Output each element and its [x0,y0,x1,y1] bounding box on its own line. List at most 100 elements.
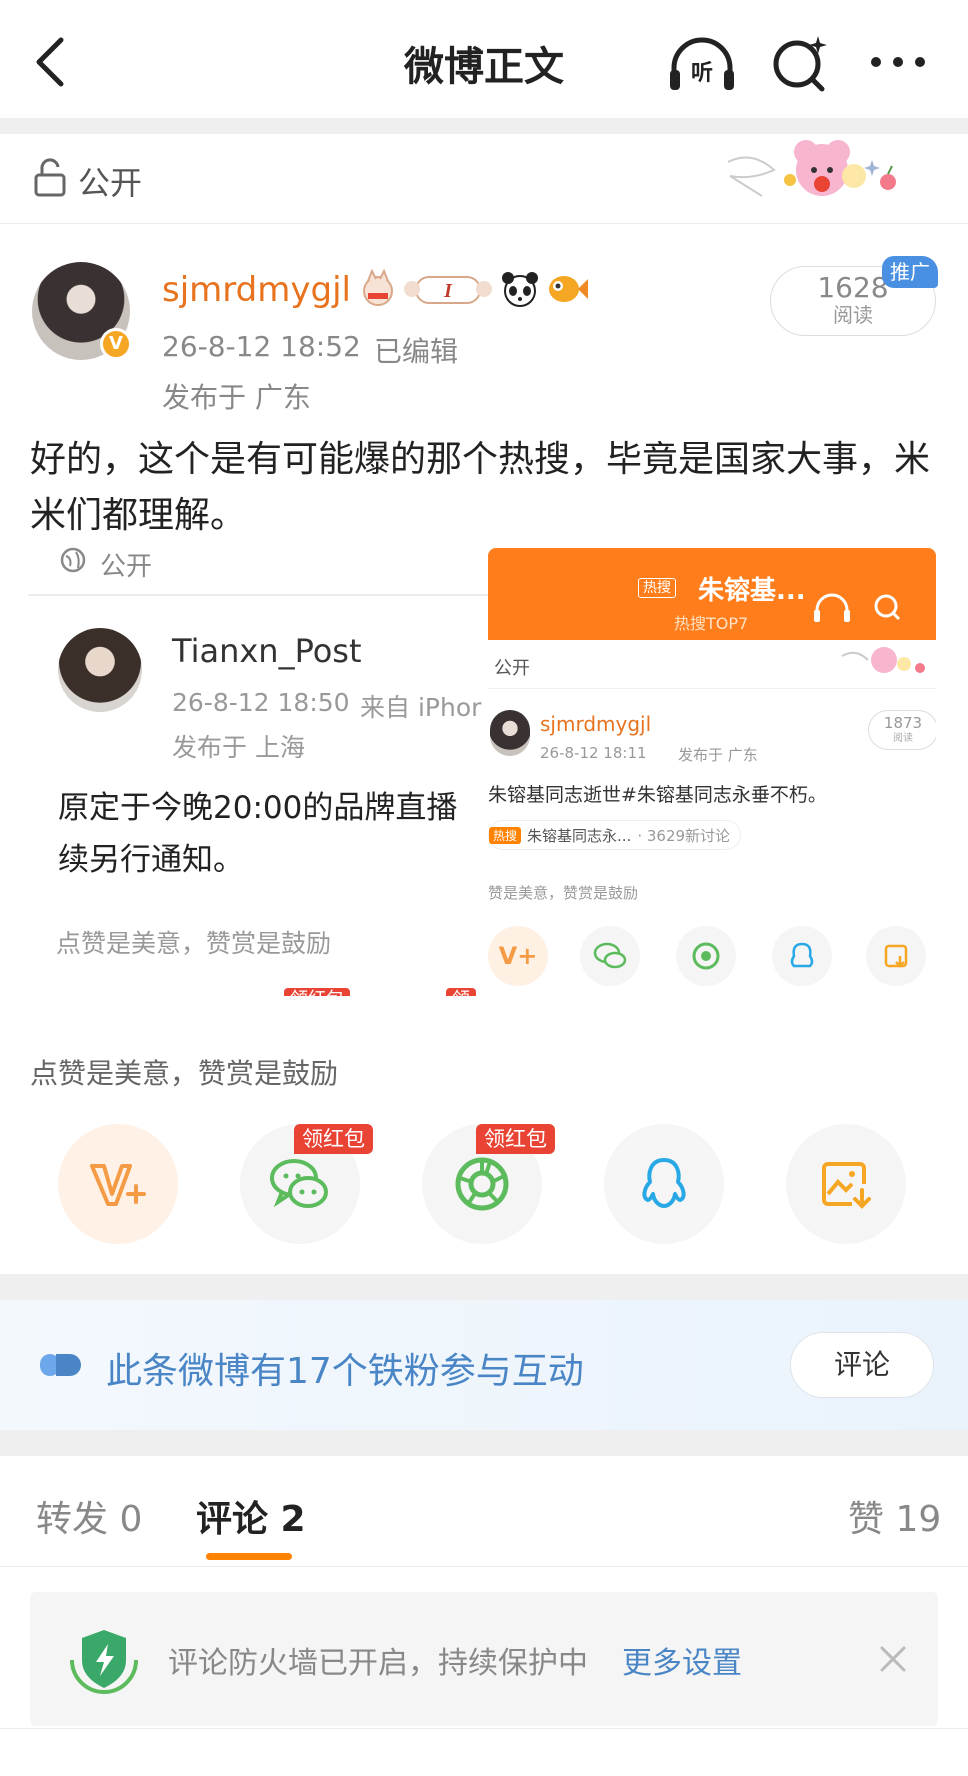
close-icon[interactable] [878,1644,908,1674]
embedded-left-appreciate: 点赞是美意，赞赏是鼓励 [56,929,332,958]
fans-text: 此条微博有17个铁粉参与互动 [106,1351,584,1392]
embedded-left-hongbao-1: 领红包 [284,988,350,996]
tab-active-indicator [206,1553,292,1560]
vplus-button[interactable] [58,1124,178,1244]
post-time: 26-8-12 18:52 [162,330,361,363]
fans-icon [40,1354,81,1376]
top-nav-bar: 微博正文 听 [0,0,968,118]
fans-comment-button[interactable]: 评论 [790,1332,934,1398]
embedded-right-reads: 1873 阅读 [868,710,936,750]
embedded-right-divider [488,688,936,689]
embedded-right-banner: 热搜 朱镕基... 热搜TOP7 [488,548,936,640]
svg-text:I: I [443,280,453,302]
embedded-right-save-icon [866,926,926,986]
qq-icon [642,1158,686,1208]
embedded-image-left[interactable]: 公开 Tianxn_Post 26-8-12 18:50 来自 iPhor 发布… [28,540,488,996]
embedded-left-visibility: 公开 [100,552,153,582]
embedded-right-location: 发布于 广东 [678,746,758,764]
post-location: 发布于 广东 [162,381,311,414]
user-badges: I [360,266,588,312]
embedded-left-source: 来自 iPhor [360,693,482,722]
fans-banner: 此条微博有17个铁粉参与互动 评论 [0,1300,968,1430]
bottom-divider [0,1728,968,1729]
badge-panda-icon [502,272,538,307]
back-button[interactable] [22,30,78,94]
embedded-right-text: 朱镕基同志逝世#朱镕基同志永垂不朽。 [488,784,827,806]
embedded-right-topic: 热搜 朱镕基同志永... · 3629新讨论 [488,820,742,850]
visibility-row: 公开 [0,134,968,224]
badge-fish-icon [549,276,588,302]
more-dots-icon [871,57,925,67]
badge-cat-icon [363,269,393,306]
embedded-right-banner-sub: 热搜TOP7 [674,614,749,633]
embedded-left-divider [28,594,488,596]
shield-icon [70,1630,138,1694]
visibility-label: 公开 [78,164,143,202]
more-button[interactable] [866,44,930,80]
tabs-divider [0,1566,968,1567]
embedded-right-banner-badge: 热搜 [638,578,676,598]
tab-comments[interactable]: 评论 2 [196,1490,306,1542]
save-image-button[interactable] [786,1124,906,1244]
embedded-left-avatar [58,628,142,712]
firewall-notice: 评论防火墙已开启，持续保护中 更多设置 [30,1592,938,1726]
badge-level-icon: I [404,276,492,304]
embedded-right-reads-label: 阅读 [893,733,913,744]
embedded-right-topic-name: 朱镕基同志永... [527,826,632,845]
embedded-right-search-icon [874,594,901,621]
appreciate-text: 点赞是美意，赞赏是鼓励 [30,1057,339,1090]
author-avatar[interactable]: V [32,262,132,360]
tab-repost[interactable]: 转发 0 [36,1490,142,1542]
embedded-right-reads-count: 1873 [883,714,923,732]
embedded-left-hongbao-2: 领 [446,988,476,996]
vplus-icon [90,1164,146,1206]
decorative-sticker-icon [727,140,896,197]
embedded-right-moments-icon [676,926,736,986]
embedded-left-time: 26-8-12 18:50 [172,688,350,717]
section-divider-1 [0,1274,968,1300]
post-text: 好的，这个是有可能爆的那个热搜，毕竟是国家大事，米米们都理解。 [30,439,931,536]
search-sparkle-icon [773,36,827,92]
share-qq-button[interactable] [604,1124,724,1244]
tab-likes[interactable]: 赞 19 [848,1490,941,1542]
post-edited[interactable]: 已编辑 [374,330,458,370]
save-image-icon [822,1162,871,1209]
globe-icon [60,547,86,573]
embedded-right-wechat-icon [580,926,640,986]
headphones-icon: 听 [670,37,734,90]
section-divider-2 [0,1430,968,1456]
embedded-right-appreciate: 赞是美意，赞赏是鼓励 [488,884,639,902]
search-button[interactable] [768,32,832,96]
embedded-right-sticker-icon [841,647,925,673]
page-title: 微博正文 [404,44,564,90]
moments-icon [455,1157,509,1211]
embedded-image-right[interactable]: 热搜 朱镕基... 热搜TOP7 公开 sjmrdmygjl 26-8-12 1… [488,548,936,996]
hongbao-badge-moments: 领红包 [476,1124,555,1154]
svg-text:听: 听 [691,61,713,86]
embedded-right-headphones-icon [814,593,850,622]
embedded-right-visibility: 公开 [494,658,530,679]
wechat-icon [270,1159,328,1208]
firewall-settings-link[interactable]: 更多设置 [622,1638,742,1682]
embedded-right-username: sjmrdmygjl [540,712,652,736]
firewall-text: 评论防火墙已开启，持续保护中 [168,1646,588,1681]
embedded-right-topic-count: · 3629新讨论 [637,826,731,845]
embedded-right-avatar [490,710,530,756]
embedded-right-time: 26-8-12 18:11 [540,744,647,762]
embedded-left-text-line2: 续另行通知。 [58,842,244,878]
embedded-left-location: 发布于 上海 [172,733,305,762]
embedded-right-topic-badge: 热搜 [489,826,522,844]
embedded-right-v-icon: V+ [488,926,548,986]
verified-badge-icon: V [100,328,132,360]
embedded-left-text: 原定于今晚20:00的品牌直播 [58,790,458,826]
read-label: 阅读 [833,303,873,327]
embedded-right-banner-title: 朱镕基... [698,576,806,606]
author-username[interactable]: sjmrdmygjl [162,270,351,310]
embedded-right-qq-icon [772,926,832,986]
hongbao-badge-wechat: 领红包 [294,1124,373,1154]
header-divider [0,118,968,134]
lock-icon [34,158,66,197]
listen-button[interactable]: 听 [664,32,740,96]
back-arrow-icon [36,37,64,87]
promo-badge[interactable]: 推广 [882,256,938,288]
